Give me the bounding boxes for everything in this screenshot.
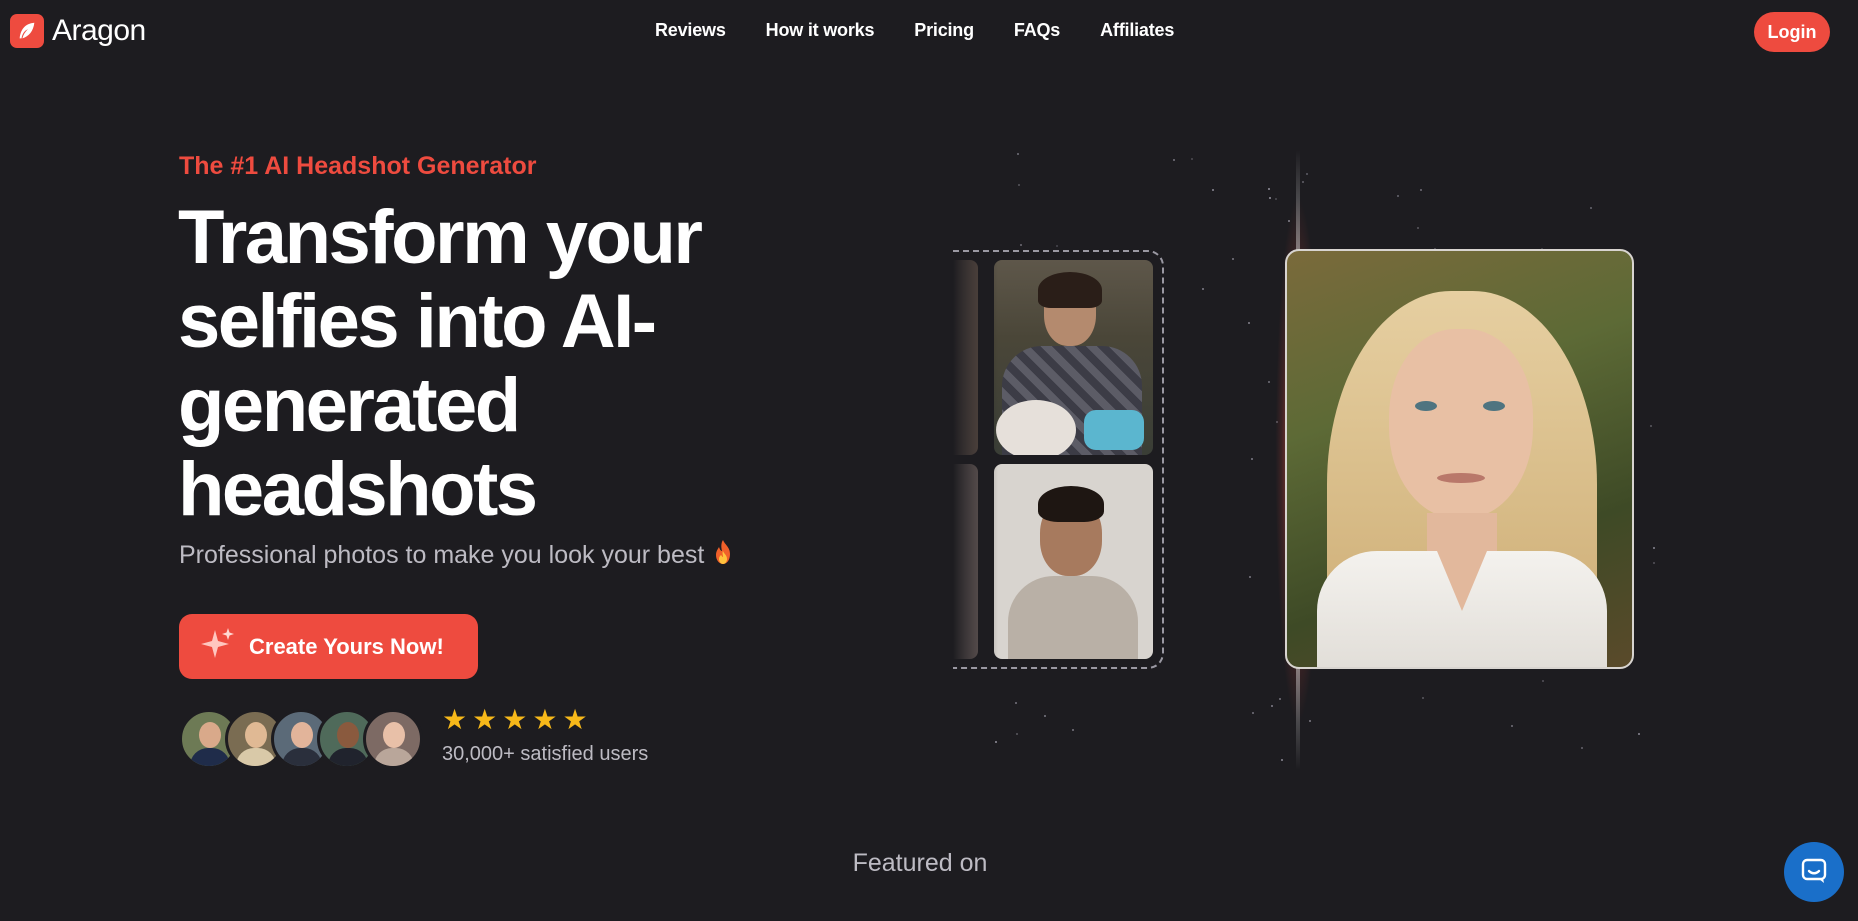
star-dot [1201,288,1204,291]
nav-link-how-it-works[interactable]: How it works [766,20,875,41]
star-icon: ★ [502,704,528,735]
support-chat-button[interactable] [1784,842,1844,902]
star-dot [1019,244,1022,247]
brand-logo-link[interactable]: Aragon [10,14,146,48]
generated-headshot [1285,249,1634,669]
featured-on-heading: Featured on [852,849,988,877]
star-dot [1511,725,1514,728]
avatar [363,709,423,769]
site-header: Aragon Reviews How it works Pricing FAQs… [0,0,1858,64]
star-dot [995,741,998,744]
star-dot [1422,696,1425,699]
create-yours-now-button[interactable]: Create Yours Now! [179,614,478,679]
star-dot [1653,561,1656,564]
star-dot [1055,245,1058,248]
login-button[interactable]: Login [1754,12,1830,52]
star-dot [1211,189,1214,192]
fire-icon [712,539,734,572]
star-dot [1191,157,1194,160]
star-dot [1232,257,1235,260]
hero-eyebrow: The #1 AI Headshot Generator [179,152,537,180]
star-dot [1652,546,1655,549]
star-dot [1580,746,1583,749]
star-dot [1590,207,1593,210]
nav-link-reviews[interactable]: Reviews [655,20,726,41]
brand-name: Aragon [52,14,146,47]
hero-subhead-text: Professional photos to make you look you… [179,541,705,569]
cta-label: Create Yours Now! [249,633,444,659]
star-dot [1018,183,1020,186]
hero-headline: Transform your selfies into AI-generated… [178,195,703,532]
chat-icon [1800,857,1828,888]
selfie-photo [994,260,1153,455]
star-dot [1015,732,1018,735]
star-icon: ★ [442,704,468,735]
rating-stars: ★ ★ ★ ★ ★ [442,705,588,735]
star-dot [1044,715,1047,718]
selfie-gallery [953,250,1164,669]
star-dot [1420,189,1423,191]
star-dot [1250,458,1253,461]
star-dot [1416,227,1419,230]
star-dot [1649,425,1652,428]
star-dot [1172,158,1175,161]
selfie-photo [994,464,1153,659]
star-icon: ★ [562,704,588,735]
star-dot [1396,195,1399,198]
sparkle-icon [201,626,235,668]
landing-page: Aragon Reviews How it works Pricing FAQs… [0,0,1858,921]
star-dot [1017,153,1020,156]
star-dot [1071,728,1074,731]
user-avatars [179,709,423,769]
feather-icon [10,14,44,48]
hero-subhead: Professional photos to make you look you… [179,539,734,572]
star-dot [1637,733,1640,736]
star-dot [1541,679,1544,682]
nav-link-affiliates[interactable]: Affiliates [1100,20,1174,41]
star-dot [1248,575,1251,578]
nav-link-faqs[interactable]: FAQs [1014,20,1060,41]
satisfied-users-text: 30,000+ satisfied users [442,743,649,765]
star-icon: ★ [532,704,558,735]
star-dot [1247,322,1250,325]
main-nav: Reviews How it works Pricing FAQs Affili… [655,20,1174,41]
star-dot [1014,702,1017,705]
star-icon: ★ [472,704,498,735]
star-dot [1251,712,1254,715]
nav-link-pricing[interactable]: Pricing [914,20,974,41]
